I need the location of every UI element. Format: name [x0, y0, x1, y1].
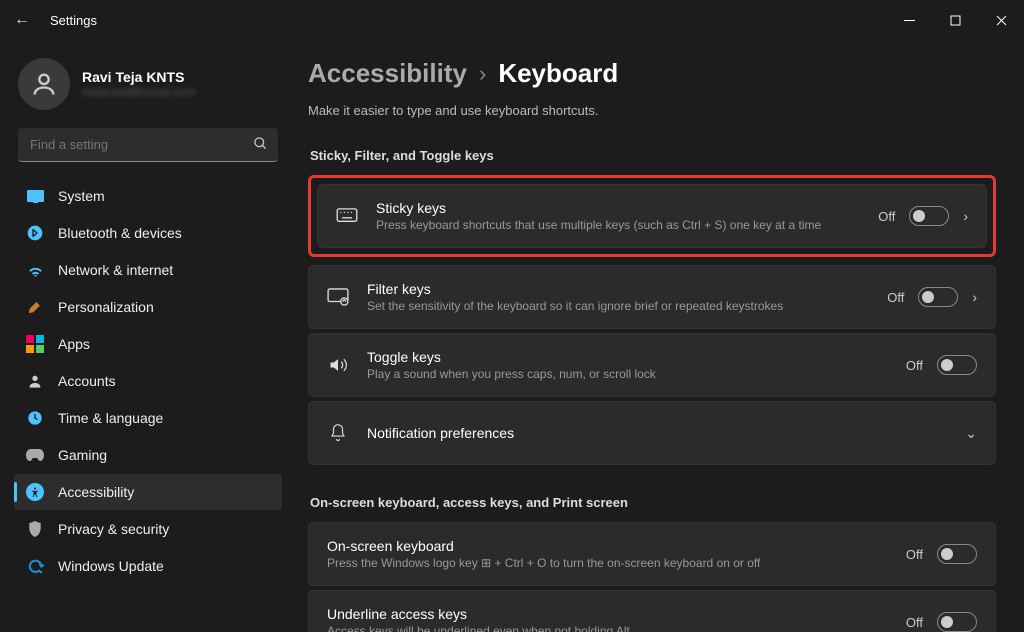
section-header-sticky: Sticky, Filter, and Toggle keys — [310, 148, 996, 163]
bell-icon — [327, 423, 349, 443]
nav-list: System Bluetooth & devices Network & int… — [14, 178, 282, 584]
sidebar-item-label: Gaming — [58, 447, 107, 463]
setting-title: Toggle keys — [367, 349, 888, 365]
sidebar-item-label: System — [58, 188, 105, 204]
bluetooth-icon — [26, 224, 44, 242]
setting-filter-keys[interactable]: Filter keys Set the sensitivity of the k… — [308, 265, 996, 329]
sidebar-item-label: Personalization — [58, 299, 154, 315]
main-content: Accessibility › Keyboard Make it easier … — [290, 40, 1024, 632]
sidebar-item-label: Windows Update — [58, 558, 164, 574]
sidebar-item-accessibility[interactable]: Accessibility — [14, 474, 282, 510]
maximize-button[interactable] — [932, 0, 978, 40]
toggle-switch[interactable] — [937, 355, 977, 375]
page-subtitle: Make it easier to type and use keyboard … — [308, 103, 996, 118]
chevron-right-icon: › — [972, 289, 977, 305]
minimize-button[interactable] — [886, 0, 932, 40]
keyboard-icon — [327, 288, 349, 306]
sidebar-item-time[interactable]: Time & language — [14, 400, 282, 436]
sidebar-item-label: Accounts — [58, 373, 116, 389]
toggle-switch[interactable] — [937, 544, 977, 564]
setting-title: Filter keys — [367, 281, 869, 297]
sidebar-item-label: Privacy & security — [58, 521, 169, 537]
window-controls — [886, 0, 1024, 40]
sidebar-item-label: Network & internet — [58, 262, 173, 278]
sidebar-item-personalization[interactable]: Personalization — [14, 289, 282, 325]
breadcrumb-current: Keyboard — [498, 58, 618, 89]
sidebar-item-update[interactable]: Windows Update — [14, 548, 282, 584]
sidebar-item-label: Apps — [58, 336, 90, 352]
toggle-switch[interactable] — [937, 612, 977, 632]
display-icon — [26, 187, 44, 205]
setting-sticky-keys[interactable]: Sticky keys Press keyboard shortcuts tha… — [317, 184, 987, 248]
setting-desc: Press the Windows logo key ⊞ + Ctrl + O … — [327, 556, 888, 570]
avatar — [18, 58, 70, 110]
window-title: Settings — [50, 13, 97, 28]
chevron-right-icon: › — [479, 61, 486, 87]
search-input[interactable] — [18, 128, 278, 162]
toggle-state-label: Off — [906, 358, 923, 373]
breadcrumb: Accessibility › Keyboard — [308, 58, 996, 89]
update-icon — [26, 557, 44, 575]
keyboard-icon — [336, 208, 358, 224]
shield-icon — [26, 520, 44, 538]
profile-name: Ravi Teja KNTS — [82, 69, 196, 85]
toggle-switch[interactable] — [909, 206, 949, 226]
accessibility-icon — [26, 483, 44, 501]
setting-desc: Set the sensitivity of the keyboard so i… — [367, 299, 869, 313]
chevron-down-icon: ⌄ — [965, 425, 977, 442]
setting-underline-access-keys[interactable]: Underline access keys Access keys will b… — [308, 590, 996, 632]
highlight-annotation: Sticky keys Press keyboard shortcuts tha… — [308, 175, 996, 257]
sidebar-item-gaming[interactable]: Gaming — [14, 437, 282, 473]
toggle-state-label: Off — [906, 547, 923, 562]
search-icon — [253, 136, 268, 155]
section-header-onscreen: On-screen keyboard, access keys, and Pri… — [310, 495, 996, 510]
sound-icon — [327, 356, 349, 374]
setting-title: Sticky keys — [376, 200, 860, 216]
close-button[interactable] — [978, 0, 1024, 40]
setting-title: On-screen keyboard — [327, 538, 888, 554]
toggle-state-label: Off — [906, 615, 923, 630]
toggle-state-label: Off — [887, 290, 904, 305]
sidebar-item-accounts[interactable]: Accounts — [14, 363, 282, 399]
chevron-right-icon: › — [963, 208, 968, 224]
sidebar-item-privacy[interactable]: Privacy & security — [14, 511, 282, 547]
sidebar: Ravi Teja KNTS redacted@email.com System — [0, 40, 290, 632]
toggle-switch[interactable] — [918, 287, 958, 307]
setting-toggle-keys[interactable]: Toggle keys Play a sound when you press … — [308, 333, 996, 397]
sidebar-item-system[interactable]: System — [14, 178, 282, 214]
user-icon — [26, 372, 44, 390]
breadcrumb-parent[interactable]: Accessibility — [308, 58, 467, 89]
setting-title: Notification preferences — [367, 425, 947, 441]
sidebar-item-label: Accessibility — [58, 484, 134, 500]
setting-desc: Press keyboard shortcuts that use multip… — [376, 218, 860, 232]
toggle-state-label: Off — [878, 209, 895, 224]
brush-icon — [26, 298, 44, 316]
sidebar-item-label: Bluetooth & devices — [58, 225, 182, 241]
titlebar: ← Settings — [0, 0, 1024, 40]
wifi-icon — [26, 261, 44, 279]
profile-block[interactable]: Ravi Teja KNTS redacted@email.com — [18, 58, 278, 110]
sidebar-item-apps[interactable]: Apps — [14, 326, 282, 362]
profile-email: redacted@email.com — [82, 85, 196, 99]
back-button[interactable]: ← — [14, 11, 30, 29]
gamepad-icon — [26, 446, 44, 464]
sidebar-item-label: Time & language — [58, 410, 163, 426]
setting-desc: Access keys will be underlined even when… — [327, 624, 888, 632]
setting-onscreen-keyboard[interactable]: On-screen keyboard Press the Windows log… — [308, 522, 996, 586]
sidebar-item-network[interactable]: Network & internet — [14, 252, 282, 288]
setting-notification-preferences[interactable]: Notification preferences ⌄ — [308, 401, 996, 465]
apps-icon — [26, 335, 44, 353]
clock-icon — [26, 409, 44, 427]
setting-desc: Play a sound when you press caps, num, o… — [367, 367, 888, 381]
sidebar-item-bluetooth[interactable]: Bluetooth & devices — [14, 215, 282, 251]
setting-title: Underline access keys — [327, 606, 888, 622]
